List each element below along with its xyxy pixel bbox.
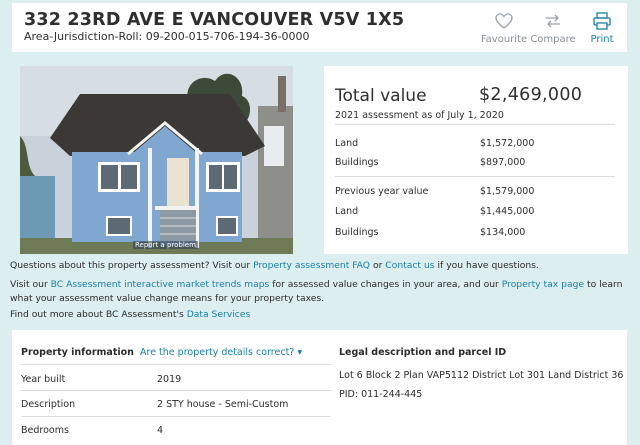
year-built-label: Year built bbox=[21, 374, 66, 385]
parcel-id: PID: 011-244-445 bbox=[339, 389, 423, 400]
legal-description-heading: Legal description and parcel ID bbox=[339, 347, 507, 358]
previous-land-label: Land bbox=[335, 206, 359, 217]
previous-year-label: Previous year value bbox=[335, 186, 429, 197]
questions-text-end: if you have questions. bbox=[434, 260, 539, 271]
print-button[interactable]: Print bbox=[572, 11, 632, 45]
compare-icon bbox=[546, 14, 560, 28]
property-details-correct-link[interactable]: Are the property details correct? ▾ bbox=[140, 347, 302, 358]
questions-text-or: or bbox=[370, 260, 386, 271]
report-problem-link[interactable]: Report a problem bbox=[133, 241, 198, 249]
year-built-value: 2019 bbox=[157, 374, 182, 385]
data-services-paragraph: Find out more about BC Assessment's Data… bbox=[10, 308, 635, 322]
data-services-text: Find out more about BC Assessment's bbox=[10, 309, 187, 320]
visit-text-mid: for assessed value changes in your area,… bbox=[269, 279, 502, 290]
previous-buildings-label: Buildings bbox=[335, 227, 379, 238]
total-value-amount: $2,469,000 bbox=[479, 85, 583, 105]
property-photo: Report a problem bbox=[20, 66, 293, 254]
year-built-row: Year built 2019 bbox=[21, 374, 331, 385]
divider bbox=[335, 124, 615, 125]
land-label: Land bbox=[335, 138, 359, 149]
data-services-link[interactable]: Data Services bbox=[187, 309, 251, 320]
previous-year-row: Previous year value $1,579,000 bbox=[335, 186, 615, 197]
heart-icon bbox=[495, 13, 513, 29]
bedrooms-label: Bedrooms bbox=[21, 425, 69, 436]
land-value: $1,572,000 bbox=[480, 138, 535, 149]
previous-year-value: $1,579,000 bbox=[480, 186, 535, 197]
description-label: Description bbox=[21, 399, 76, 410]
buildings-row: Buildings $897,000 bbox=[335, 157, 615, 168]
divider bbox=[21, 390, 331, 391]
legal-description: Lot 6 Block 2 Plan VAP5112 District Lot … bbox=[339, 370, 624, 381]
buildings-label: Buildings bbox=[335, 157, 379, 168]
printer-icon bbox=[593, 12, 611, 30]
valuation-card: Total value $2,469,000 2021 assessment a… bbox=[324, 66, 628, 254]
house-image bbox=[20, 66, 293, 254]
print-label: Print bbox=[590, 34, 614, 45]
property-info-card: Property information Are the property de… bbox=[12, 330, 627, 445]
total-value-label: Total value bbox=[335, 86, 427, 106]
questions-paragraph: Questions about this property assessment… bbox=[10, 259, 635, 273]
faq-link[interactable]: Property assessment FAQ bbox=[253, 260, 370, 271]
market-trends-link[interactable]: BC Assessment interactive market trends … bbox=[51, 279, 270, 290]
property-header: 332 23RD AVE E VANCOUVER V5V 1X5 Area-Ju… bbox=[12, 3, 627, 52]
compare-label: Compare bbox=[530, 34, 576, 45]
property-info-heading: Property information bbox=[21, 347, 134, 358]
divider bbox=[21, 364, 331, 365]
previous-land-value: $1,445,000 bbox=[480, 206, 535, 217]
market-trends-paragraph: Visit our BC Assessment interactive mark… bbox=[10, 278, 635, 305]
description-row: Description 2 STY house - Semi-Custom bbox=[21, 399, 331, 410]
bedrooms-value: 4 bbox=[157, 425, 164, 436]
divider bbox=[335, 176, 615, 177]
previous-buildings-value: $134,000 bbox=[480, 227, 526, 238]
assessment-date: 2021 assessment as of July 1, 2020 bbox=[335, 110, 504, 121]
contact-us-link[interactable]: Contact us bbox=[385, 260, 434, 271]
property-address: 332 23RD AVE E VANCOUVER V5V 1X5 bbox=[24, 10, 405, 30]
land-row: Land $1,572,000 bbox=[335, 138, 615, 149]
roll-number: Area-Jurisdiction-Roll: 09-200-015-706-1… bbox=[24, 30, 310, 43]
divider bbox=[21, 416, 331, 417]
questions-text: Questions about this property assessment… bbox=[10, 260, 254, 271]
visit-text: Visit our bbox=[10, 279, 51, 290]
previous-buildings-row: Buildings $134,000 bbox=[335, 227, 615, 238]
favourite-label: Favourite bbox=[480, 34, 528, 45]
property-tax-link[interactable]: Property tax page bbox=[502, 279, 584, 290]
bedrooms-row: Bedrooms 4 bbox=[21, 425, 331, 436]
previous-land-row: Land $1,445,000 bbox=[335, 206, 615, 217]
buildings-value: $897,000 bbox=[480, 157, 526, 168]
description-value: 2 STY house - Semi-Custom bbox=[157, 399, 289, 410]
